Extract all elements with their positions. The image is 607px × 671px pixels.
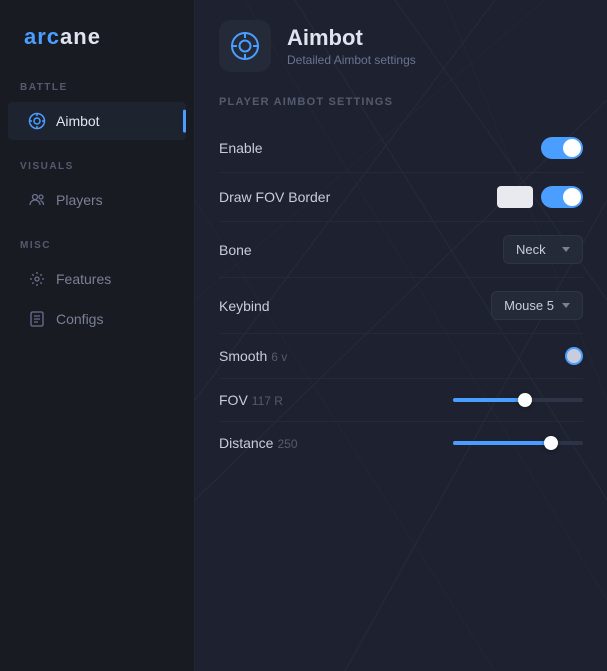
sidebar-item-configs[interactable]: Configs — [8, 300, 186, 338]
main-panel: Aimbot Detailed Aimbot settings Player A… — [195, 0, 607, 671]
sidebar: arcane BATTLE Aimbot VISUALS P — [0, 0, 195, 671]
setting-bone-label: Bone — [219, 242, 252, 258]
distance-hint: 250 — [277, 437, 297, 451]
logo-ane: ane — [60, 24, 101, 49]
panel-title-group: Aimbot Detailed Aimbot settings — [287, 25, 416, 67]
sidebar-item-features-label: Features — [56, 271, 111, 287]
fov-slider[interactable] — [453, 398, 583, 402]
panel-title: Aimbot — [287, 25, 416, 51]
logo-arc: arc — [24, 24, 60, 49]
enable-toggle-knob — [563, 139, 581, 157]
distance-slider-fill — [453, 441, 551, 445]
settings-section-label: Player Aimbot Settings — [219, 96, 583, 108]
fov-slider-track — [453, 398, 583, 402]
setting-fov-label: FOV117 R — [219, 392, 283, 408]
panel-subtitle: Detailed Aimbot settings — [287, 53, 416, 67]
keybind-dropdown[interactable]: Mouse 5 — [491, 291, 583, 320]
distance-slider-track — [453, 441, 583, 445]
players-icon — [28, 191, 46, 209]
setting-keybind: Keybind Mouse 5 — [219, 278, 583, 334]
fov-border-toggle[interactable] — [541, 186, 583, 208]
setting-fov: FOV117 R — [219, 379, 583, 422]
features-icon — [28, 270, 46, 288]
content-panel: Aimbot Detailed Aimbot settings Player A… — [195, 0, 607, 484]
sidebar-item-aimbot[interactable]: Aimbot — [8, 102, 186, 140]
panel-header: Aimbot Detailed Aimbot settings — [219, 20, 583, 72]
fov-slider-thumb — [518, 393, 532, 407]
smooth-slider-thumb[interactable] — [565, 347, 583, 365]
fov-hint: 117 R — [252, 394, 283, 408]
fov-preview-box — [497, 186, 533, 208]
logo: arcane — [0, 24, 194, 82]
configs-icon — [28, 310, 46, 328]
setting-distance: Distance250 — [219, 422, 583, 464]
distance-slider[interactable] — [453, 441, 583, 445]
fov-slider-fill — [453, 398, 525, 402]
distance-slider-thumb — [544, 436, 558, 450]
sidebar-item-configs-label: Configs — [56, 311, 103, 327]
bone-dropdown-chevron — [562, 247, 570, 252]
setting-bone: Bone Neck — [219, 222, 583, 278]
setting-keybind-label: Keybind — [219, 298, 270, 314]
aimbot-icon — [28, 112, 46, 130]
section-visuals: VISUALS — [0, 161, 194, 180]
settings-list: Enable Draw FOV Border Bone — [219, 124, 583, 464]
fov-border-toggle-knob — [563, 188, 581, 206]
fov-border-controls — [497, 186, 583, 208]
keybind-dropdown-chevron — [562, 303, 570, 308]
setting-fov-border: Draw FOV Border — [219, 173, 583, 222]
panel-aimbot-icon — [229, 30, 261, 62]
sidebar-item-aimbot-label: Aimbot — [56, 113, 100, 129]
setting-enable-label: Enable — [219, 140, 263, 156]
setting-smooth: Smooth6 v — [219, 334, 583, 379]
section-misc: MISC — [0, 240, 194, 259]
bone-dropdown[interactable]: Neck — [503, 235, 583, 264]
enable-toggle[interactable] — [541, 137, 583, 159]
setting-enable: Enable — [219, 124, 583, 173]
smooth-slider-wrap — [565, 347, 583, 365]
sidebar-item-players[interactable]: Players — [8, 181, 186, 219]
sidebar-item-features[interactable]: Features — [8, 260, 186, 298]
setting-distance-label: Distance250 — [219, 435, 298, 451]
section-battle: BATTLE — [0, 82, 194, 101]
panel-icon-wrap — [219, 20, 271, 72]
setting-fov-border-label: Draw FOV Border — [219, 189, 330, 205]
setting-smooth-label: Smooth6 v — [219, 348, 287, 364]
smooth-hint: 6 v — [271, 350, 287, 364]
bone-dropdown-value: Neck — [516, 242, 546, 257]
sidebar-item-players-label: Players — [56, 192, 103, 208]
keybind-dropdown-value: Mouse 5 — [504, 298, 554, 313]
